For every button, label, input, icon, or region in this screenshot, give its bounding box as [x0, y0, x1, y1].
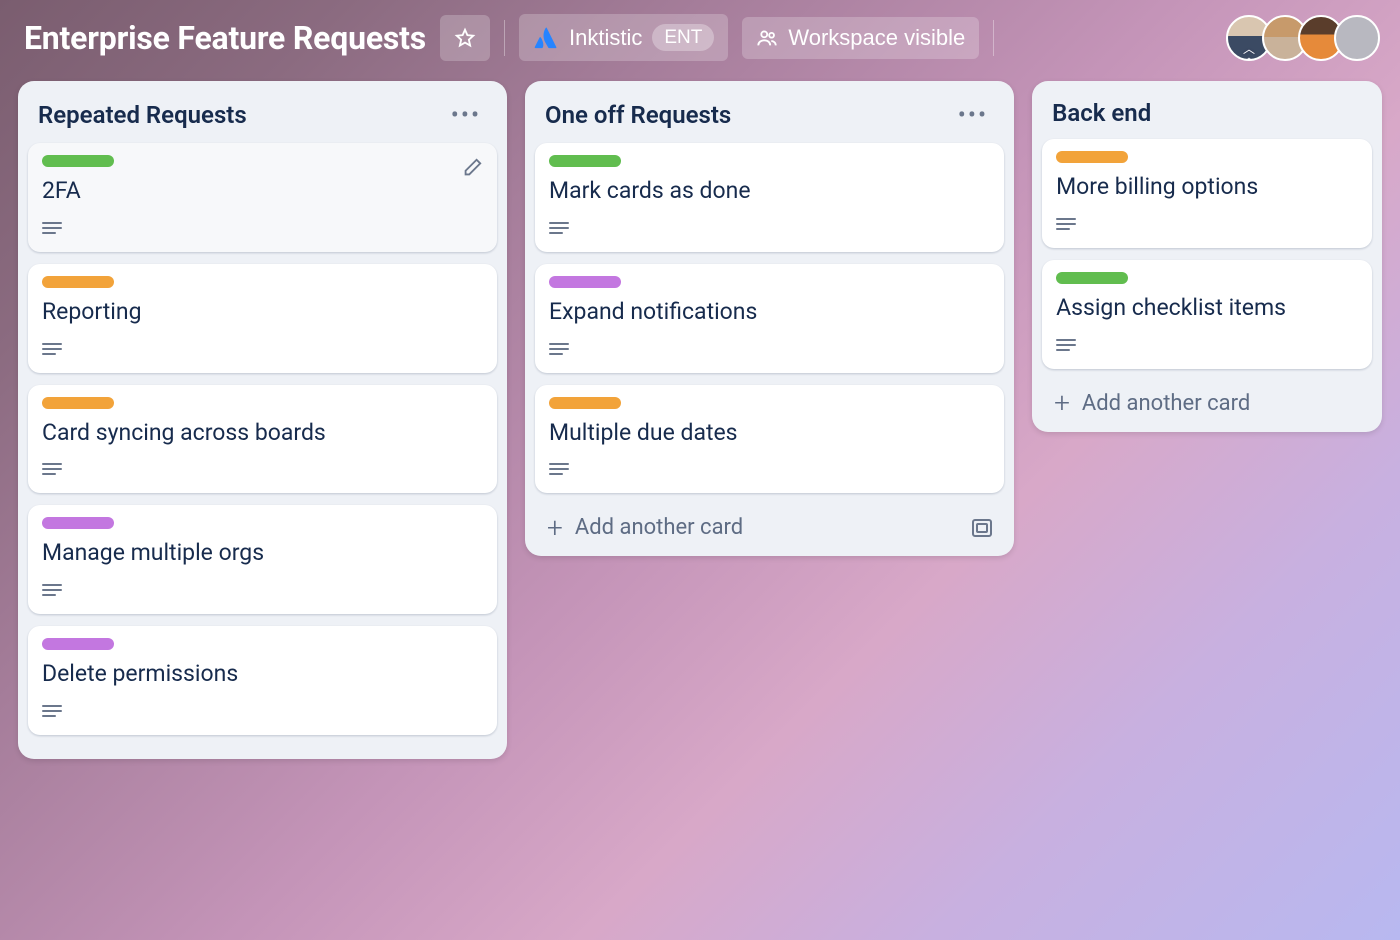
- chevron-up-icon: ︿︿: [1243, 45, 1255, 61]
- list: One off Requests ••• Mark cards as done Exp…: [525, 81, 1014, 556]
- card-title: Expand notifications: [549, 298, 990, 327]
- workspace-name: Inktistic: [569, 27, 642, 49]
- description-icon: [42, 463, 483, 479]
- add-card-label: Add another card: [575, 515, 743, 540]
- list-title[interactable]: Repeated Requests: [38, 101, 247, 129]
- description-icon: [549, 463, 990, 479]
- workspace-tier-badge: ENT: [652, 24, 714, 51]
- card-label[interactable]: [1056, 272, 1128, 284]
- list-header: Repeated Requests •••: [28, 95, 497, 143]
- add-card-button[interactable]: + Add another card: [535, 505, 1004, 544]
- description-icon: [42, 222, 483, 238]
- description-icon: [42, 343, 483, 359]
- board-canvas: Repeated Requests ••• 2FA Reporting Card syn…: [0, 73, 1400, 777]
- header-divider: [993, 20, 994, 56]
- star-icon: [454, 27, 476, 49]
- card[interactable]: Multiple due dates: [535, 385, 1004, 494]
- member-avatars: ︿︿: [1236, 15, 1380, 61]
- add-card-label: Add another card: [1082, 391, 1250, 416]
- card-title: Manage multiple orgs: [42, 539, 483, 568]
- atlassian-icon: [533, 25, 559, 51]
- card-template-button[interactable]: [970, 517, 994, 539]
- board-header: Enterprise Feature Requests Inktistic EN…: [0, 0, 1400, 73]
- card[interactable]: 2FA: [28, 143, 497, 252]
- card-title: Delete permissions: [42, 660, 483, 689]
- people-icon: [756, 27, 778, 49]
- card-label[interactable]: [1056, 151, 1128, 163]
- card-title: Reporting: [42, 298, 483, 327]
- pencil-icon: [461, 157, 483, 179]
- card-label[interactable]: [549, 155, 621, 167]
- plus-icon: +: [1054, 393, 1070, 413]
- list-header: Back end: [1042, 95, 1372, 139]
- card-label[interactable]: [549, 276, 621, 288]
- star-button[interactable]: [440, 15, 490, 61]
- list: Back end More billing options Assign check…: [1032, 81, 1382, 432]
- card-title: Multiple due dates: [549, 419, 990, 448]
- card-label[interactable]: [42, 638, 114, 650]
- avatar[interactable]: [1334, 15, 1380, 61]
- card[interactable]: Mark cards as done: [535, 143, 1004, 252]
- list-menu-button[interactable]: •••: [952, 99, 994, 131]
- header-divider: [504, 20, 505, 56]
- description-icon: [42, 584, 483, 600]
- visibility-label: Workspace visible: [788, 27, 965, 49]
- board-title[interactable]: Enterprise Feature Requests: [24, 19, 426, 57]
- card-title: Assign checklist items: [1056, 294, 1358, 323]
- card-title: Mark cards as done: [549, 177, 990, 206]
- list-title[interactable]: Back end: [1052, 99, 1151, 127]
- card[interactable]: Assign checklist items: [1042, 260, 1372, 369]
- description-icon: [1056, 218, 1358, 234]
- list-menu-button[interactable]: •••: [445, 99, 487, 131]
- description-icon: [42, 705, 483, 721]
- description-icon: [549, 343, 990, 359]
- plus-icon: +: [547, 518, 563, 538]
- list: Repeated Requests ••• 2FA Reporting Card syn…: [18, 81, 507, 759]
- card-title: Card syncing across boards: [42, 419, 483, 448]
- card-title: 2FA: [42, 177, 483, 206]
- card-label[interactable]: [549, 397, 621, 409]
- description-icon: [549, 222, 990, 238]
- description-icon: [1056, 339, 1358, 355]
- visibility-button[interactable]: Workspace visible: [742, 17, 979, 59]
- card-label[interactable]: [42, 276, 114, 288]
- edit-card-button[interactable]: [461, 157, 483, 179]
- template-icon: [970, 517, 994, 539]
- card[interactable]: Delete permissions: [28, 626, 497, 735]
- card[interactable]: More billing options: [1042, 139, 1372, 248]
- card-title: More billing options: [1056, 173, 1358, 202]
- list-title[interactable]: One off Requests: [545, 101, 731, 129]
- add-card-button[interactable]: + Add another card: [1042, 381, 1372, 420]
- card[interactable]: Reporting: [28, 264, 497, 373]
- card[interactable]: Card syncing across boards: [28, 385, 497, 494]
- card[interactable]: Expand notifications: [535, 264, 1004, 373]
- list-header: One off Requests •••: [535, 95, 1004, 143]
- card-label[interactable]: [42, 517, 114, 529]
- workspace-button[interactable]: Inktistic ENT: [519, 14, 728, 61]
- card-label[interactable]: [42, 155, 114, 167]
- card-label[interactable]: [42, 397, 114, 409]
- card[interactable]: Manage multiple orgs: [28, 505, 497, 614]
